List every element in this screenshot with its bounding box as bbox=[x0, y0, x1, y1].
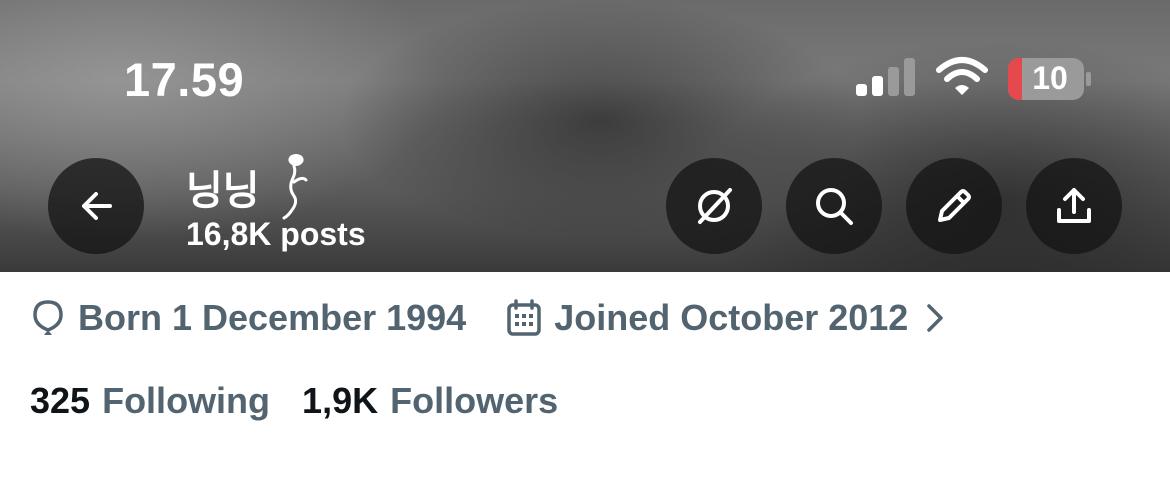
rose-emoji-icon bbox=[282, 154, 308, 220]
edit-button[interactable] bbox=[906, 158, 1002, 254]
back-button[interactable] bbox=[48, 158, 144, 254]
grok-button[interactable] bbox=[666, 158, 762, 254]
joined-item[interactable]: Joined October 2012 bbox=[506, 297, 946, 339]
profile-meta: Born 1 December 1994 Joined October 2012 bbox=[30, 296, 946, 340]
search-button[interactable] bbox=[786, 158, 882, 254]
balloon-icon bbox=[33, 300, 63, 335]
calendar-icon bbox=[507, 299, 541, 336]
following-count[interactable]: 325 bbox=[30, 380, 90, 422]
arrow-left-icon bbox=[82, 192, 112, 220]
search-icon bbox=[816, 188, 853, 225]
profile-name: 닝닝 bbox=[186, 168, 260, 214]
battery-indicator: 10 bbox=[1008, 58, 1092, 100]
birthdate-item: Born 1 December 1994 bbox=[30, 297, 466, 339]
follow-stats: 325 Following 1,9K Followers bbox=[30, 380, 590, 422]
following-link[interactable]: Following bbox=[102, 380, 270, 422]
chevron-right-icon bbox=[927, 304, 944, 332]
grok-icon bbox=[698, 188, 732, 224]
battery-percentage: 10 bbox=[1032, 60, 1068, 96]
posts-count: 16,8K posts bbox=[186, 216, 366, 252]
pencil-icon bbox=[938, 189, 971, 222]
share-icon bbox=[1057, 188, 1091, 223]
share-button[interactable] bbox=[1026, 158, 1122, 254]
status-time: 17.59 bbox=[124, 53, 245, 106]
birthdate-text: Born 1 December 1994 bbox=[78, 297, 467, 338]
cellular-signal-icon bbox=[856, 58, 915, 96]
followers-count[interactable]: 1,9K bbox=[302, 380, 378, 422]
followers-link[interactable]: Followers bbox=[390, 380, 558, 422]
joined-text: Joined October 2012 bbox=[554, 297, 909, 338]
profile-header-banner: 17.59 10 닝닝 16,8K posts bbox=[0, 0, 1170, 272]
wifi-icon bbox=[936, 57, 988, 95]
